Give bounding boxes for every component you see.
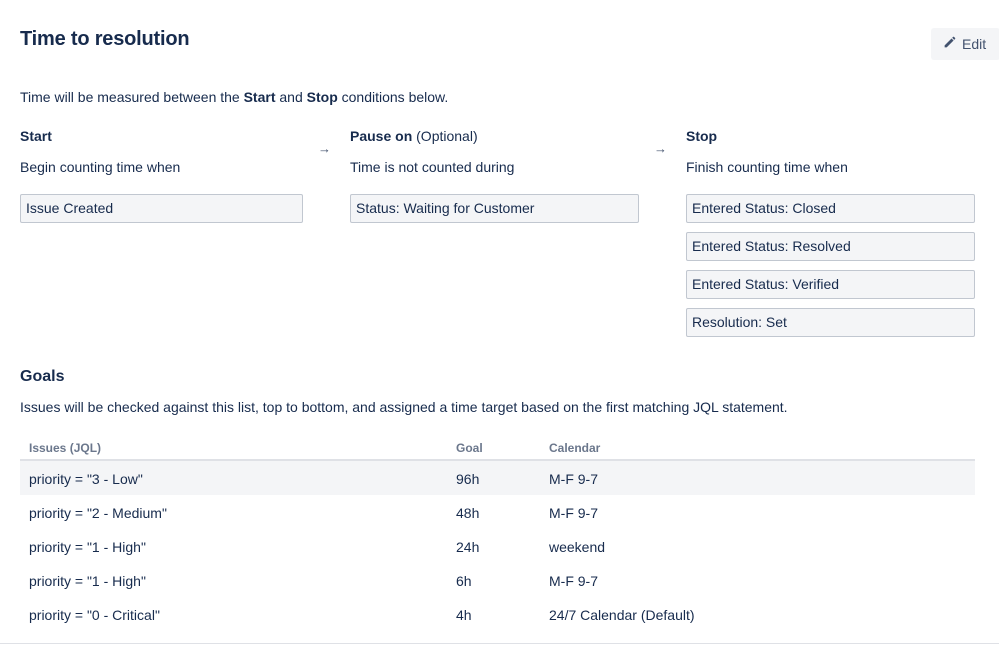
start-title: Start — [20, 128, 52, 144]
intro-start-word: Start — [243, 89, 276, 105]
table-row: priority = "2 - Medium" 48h M-F 9-7 — [20, 495, 975, 529]
pause-column: Pause on (Optional) Time is not counted … — [350, 127, 639, 232]
sla-time-to-resolution-page: Time to resolution Edit Time will be mea… — [0, 0, 999, 656]
start-condition-item: Issue Created — [20, 194, 303, 223]
table-row: priority = "1 - High" 6h M-F 9-7 — [20, 563, 975, 597]
pencil-icon — [943, 36, 956, 52]
row-goal: 4h — [456, 607, 472, 623]
intro-prefix: Time will be measured between the — [20, 89, 244, 105]
start-heading: Start — [20, 127, 303, 145]
stop-condition-item: Entered Status: Verified — [686, 270, 975, 299]
edit-button[interactable]: Edit — [931, 28, 999, 60]
pause-title: Pause on — [350, 128, 413, 144]
start-subtitle: Begin counting time when — [20, 159, 181, 175]
row-issues: priority = "1 - High" — [29, 539, 146, 555]
row-calendar: weekend — [549, 539, 606, 555]
stop-condition-item: Entered Status: Resolved — [686, 232, 975, 261]
pause-heading: Pause on (Optional) — [350, 127, 639, 145]
row-calendar: M-F 9-7 — [549, 471, 598, 487]
intro-stop-word: Stop — [306, 89, 338, 105]
stop-conditions: Entered Status: Closed Entered Status: R… — [686, 194, 975, 337]
table-row: priority = "0 - Critical" 4h 24/7 Calend… — [20, 597, 975, 631]
row-issues: priority = "3 - Low" — [29, 471, 143, 487]
goals-description: Issues will be checked against this list… — [20, 399, 788, 415]
pause-subtitle: Time is not counted during — [350, 159, 515, 175]
measurement-intro: Time will be measured between the Start … — [20, 89, 448, 105]
stop-column: Stop Finish counting time when Entered S… — [686, 127, 975, 346]
table-row: priority = "1 - High" 24h weekend — [20, 529, 975, 563]
start-conditions: Issue Created — [20, 194, 303, 223]
stop-condition-item: Resolution: Set — [686, 308, 975, 337]
intro-suffix: conditions below. — [337, 89, 449, 105]
stop-title: Stop — [686, 128, 718, 144]
row-issues: priority = "0 - Critical" — [29, 607, 160, 623]
row-goal: 48h — [456, 505, 480, 521]
row-issues: priority = "1 - High" — [29, 573, 146, 589]
row-issues: priority = "2 - Medium" — [29, 505, 167, 521]
bottom-divider — [0, 643, 999, 644]
header-jql-label: (JQL) — [69, 441, 102, 455]
stop-subtitle: Finish counting time when — [686, 159, 848, 175]
pause-optional-label: (Optional) — [416, 128, 478, 144]
arrow-right-icon: → — [654, 141, 667, 156]
goals-table-header: Issues (JQL) Goal Calendar — [20, 437, 975, 461]
header-issues-label: Issues — [29, 441, 67, 455]
table-row: priority = "3 - Low" 96h M-F 9-7 — [20, 461, 975, 495]
intro-middle: and — [275, 89, 307, 105]
pause-condition-item: Status: Waiting for Customer — [350, 194, 639, 223]
row-goal: 24h — [456, 539, 480, 555]
edit-button-label: Edit — [962, 36, 987, 52]
goals-table: Issues (JQL) Goal Calendar priority = "3… — [20, 437, 975, 631]
header-issues: Issues (JQL) — [29, 441, 101, 455]
pause-conditions: Status: Waiting for Customer — [350, 194, 639, 223]
stop-heading: Stop — [686, 127, 975, 145]
start-column: Start Begin counting time when Issue Cre… — [20, 127, 303, 232]
arrow-right-icon: → — [318, 141, 331, 156]
row-calendar: 24/7 Calendar (Default) — [549, 607, 695, 623]
goals-title: Goals — [20, 368, 65, 385]
row-goal: 96h — [456, 471, 480, 487]
row-calendar: M-F 9-7 — [549, 573, 598, 589]
header-goal: Goal — [456, 441, 483, 455]
stop-condition-item: Entered Status: Closed — [686, 194, 975, 223]
row-calendar: M-F 9-7 — [549, 505, 598, 521]
row-goal: 6h — [456, 573, 472, 589]
page-title: Time to resolution — [20, 28, 190, 50]
header-calendar: Calendar — [549, 441, 601, 455]
